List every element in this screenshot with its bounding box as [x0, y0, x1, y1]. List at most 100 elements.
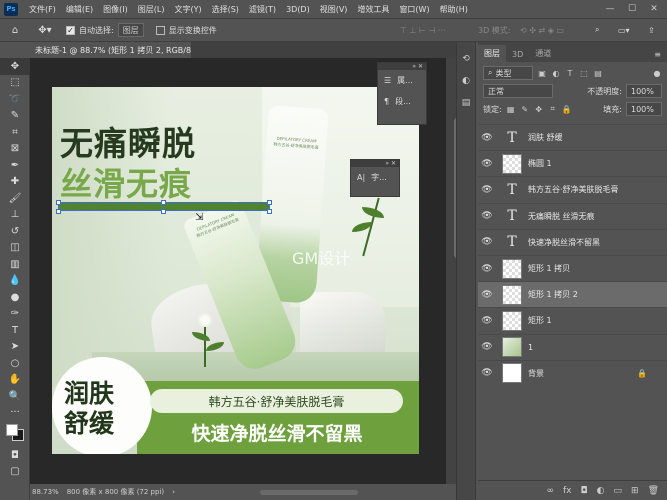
- align-icons[interactable]: ⊤ ⊥ ⊢ ⊣ ···: [400, 26, 446, 35]
- hand-tool-icon[interactable]: ✋: [0, 372, 30, 389]
- visibility-eye-icon[interactable]: 👁: [478, 237, 496, 247]
- layer-row[interactable]: 👁 背景 🔒: [478, 359, 667, 386]
- menu-3d[interactable]: 3D(D): [281, 5, 315, 14]
- quick-mask-icon[interactable]: ◘: [0, 447, 30, 464]
- libraries-icon[interactable]: ▤: [457, 94, 475, 112]
- panel-menu-icon[interactable]: ≡: [648, 47, 667, 62]
- layer-row[interactable]: 👁 1: [478, 333, 667, 360]
- healing-brush-tool-icon[interactable]: ✚: [0, 174, 30, 191]
- character-button[interactable]: A| 字...: [351, 167, 399, 188]
- brush-tool-icon[interactable]: 🖌: [0, 190, 30, 207]
- visibility-eye-icon[interactable]: 👁: [478, 211, 496, 221]
- properties-button[interactable]: ☰ 属...: [378, 70, 426, 91]
- menu-edit[interactable]: 编辑(E): [61, 4, 98, 15]
- menu-image[interactable]: 图像(I): [98, 4, 133, 15]
- adjustment-icon[interactable]: ◐: [597, 486, 605, 496]
- menu-filter[interactable]: 滤镜(T): [244, 4, 281, 15]
- visibility-eye-icon[interactable]: 👁: [478, 133, 496, 143]
- zoom-tool-icon[interactable]: 🔍: [0, 388, 30, 405]
- path-select-tool-icon[interactable]: ➤: [0, 339, 30, 356]
- lock-all-icon[interactable]: 🔒: [562, 104, 572, 114]
- tab-layers[interactable]: 图层: [478, 45, 506, 62]
- fill-input[interactable]: 100%: [626, 102, 662, 116]
- layer-row[interactable]: 👁 T 润肤 舒缓: [478, 124, 667, 150]
- kind-filter-dropdown[interactable]: ⌕ 类型: [483, 66, 533, 80]
- type-tool-icon[interactable]: T: [0, 322, 30, 339]
- show-transform-checkbox[interactable]: 显示变换控件: [155, 25, 217, 36]
- menu-layer[interactable]: 图层(L): [133, 4, 170, 15]
- gradient-tool-icon[interactable]: ▥: [0, 256, 30, 273]
- transform-handle[interactable]: [267, 200, 272, 205]
- menu-file[interactable]: 文件(F): [24, 4, 61, 15]
- product-name-pill[interactable]: 韩方五谷·舒净美肤脱毛膏: [150, 389, 403, 413]
- frame-tool-icon[interactable]: ⊠: [0, 141, 30, 158]
- smart-object-filter-icon[interactable]: ▤: [593, 68, 603, 78]
- layer-row[interactable]: 👁 T 无痛瞬脱 丝滑无痕: [478, 202, 667, 229]
- auto-select-dropdown[interactable]: 图层: [117, 23, 144, 37]
- maximize-button[interactable]: ☐: [621, 0, 643, 18]
- mask-icon[interactable]: ◘: [581, 486, 588, 496]
- menu-window[interactable]: 窗口(W): [394, 4, 434, 15]
- dodge-tool-icon[interactable]: ●: [0, 289, 30, 306]
- menu-view[interactable]: 视图(V): [315, 4, 353, 15]
- paragraph-button[interactable]: ¶ 段...: [378, 91, 426, 112]
- blur-tool-icon[interactable]: 💧: [0, 273, 30, 290]
- crop-tool-icon[interactable]: ⌗: [0, 124, 30, 141]
- filter-toggle-icon[interactable]: ●: [652, 68, 662, 78]
- link-icon[interactable]: ∞: [547, 486, 555, 496]
- more-tools-icon[interactable]: ···: [0, 405, 30, 422]
- layer-row[interactable]: 👁 矩形 1 拷贝 2: [478, 281, 667, 308]
- search-icon[interactable]: ⌕: [595, 25, 599, 35]
- fx-icon[interactable]: fx: [563, 486, 572, 496]
- close-window-button[interactable]: ✕: [643, 0, 665, 18]
- status-menu-icon[interactable]: ›: [172, 488, 175, 496]
- opacity-input[interactable]: 100%: [626, 84, 662, 98]
- headline-secondary[interactable]: 丝滑无痕: [60, 159, 192, 205]
- headline-primary[interactable]: 无痛瞬脱: [60, 117, 196, 165]
- eyedropper-tool-icon[interactable]: ✒: [0, 157, 30, 174]
- horizontal-scroll-thumb[interactable]: [260, 490, 358, 495]
- visibility-eye-icon[interactable]: 👁: [478, 342, 496, 352]
- visibility-eye-icon[interactable]: 👁: [478, 368, 496, 378]
- tab-3d[interactable]: 3D: [506, 47, 529, 62]
- visibility-eye-icon[interactable]: 👁: [478, 316, 496, 326]
- 3d-mode-icons[interactable]: ⟲ ✣ ⇄ ◈ ▭: [520, 26, 564, 35]
- marquee-tool-icon[interactable]: ⬚: [0, 75, 30, 92]
- minimize-button[interactable]: —: [599, 0, 621, 18]
- lock-pixels-icon[interactable]: ▦: [506, 104, 516, 114]
- badge-text[interactable]: 润肤 舒缓: [64, 379, 114, 439]
- type-filter-icon[interactable]: T: [565, 68, 575, 78]
- new-layer-icon[interactable]: ⊞: [631, 486, 639, 496]
- color-swatches[interactable]: [0, 421, 29, 447]
- adjustments-icon[interactable]: ◐: [457, 72, 475, 90]
- layer-row[interactable]: 👁 T 快速净脱丝滑不留黑: [478, 228, 667, 255]
- menu-help[interactable]: 帮助(H): [435, 4, 473, 15]
- clone-stamp-tool-icon[interactable]: ⊥: [0, 207, 30, 224]
- artboard[interactable]: DEPILATORY CREAM 韩方五谷·舒净美肤脱毛膏 DEPILATORY…: [52, 87, 419, 454]
- lock-artboard-icon[interactable]: ⌗: [548, 104, 558, 114]
- group-icon[interactable]: ▭: [614, 486, 623, 496]
- shape-filter-icon[interactable]: ⬚: [579, 68, 589, 78]
- vertical-scrollbar[interactable]: [446, 58, 460, 484]
- canvas-area[interactable]: DEPILATORY CREAM 韩方五谷·舒净美肤脱毛膏 DEPILATORY…: [30, 58, 456, 484]
- transform-handle[interactable]: [56, 209, 61, 214]
- panel-collapse-icon[interactable]: » ✕: [378, 63, 426, 70]
- menu-plugins[interactable]: 增效工具: [352, 4, 394, 15]
- visibility-eye-icon[interactable]: 👁: [478, 159, 496, 169]
- menu-select[interactable]: 选择(S): [207, 4, 244, 15]
- lasso-tool-icon[interactable]: ➰: [0, 91, 30, 108]
- move-tool-preset-icon[interactable]: ✥▾: [30, 21, 60, 39]
- menu-type[interactable]: 文字(Y): [169, 4, 206, 15]
- workspace-icon[interactable]: ▭▾: [618, 26, 630, 35]
- history-brush-tool-icon[interactable]: ↺: [0, 223, 30, 240]
- eraser-tool-icon[interactable]: ◫: [0, 240, 30, 257]
- document-tab[interactable]: 未标题-1 @ 88.7% (矩形 1 拷贝 2, RGB/8#) * ×: [30, 42, 192, 58]
- visibility-eye-icon[interactable]: 👁: [478, 290, 496, 300]
- tagline[interactable]: 快速净脱丝滑不留黑: [142, 419, 412, 446]
- tab-channels[interactable]: 通道: [529, 45, 557, 62]
- lock-paint-icon[interactable]: ✎: [520, 104, 530, 114]
- visibility-eye-icon[interactable]: 👁: [478, 264, 496, 274]
- pen-tool-icon[interactable]: ✑: [0, 306, 30, 323]
- adjustment-filter-icon[interactable]: ◐: [551, 68, 561, 78]
- blend-mode-dropdown[interactable]: 正常: [483, 84, 553, 98]
